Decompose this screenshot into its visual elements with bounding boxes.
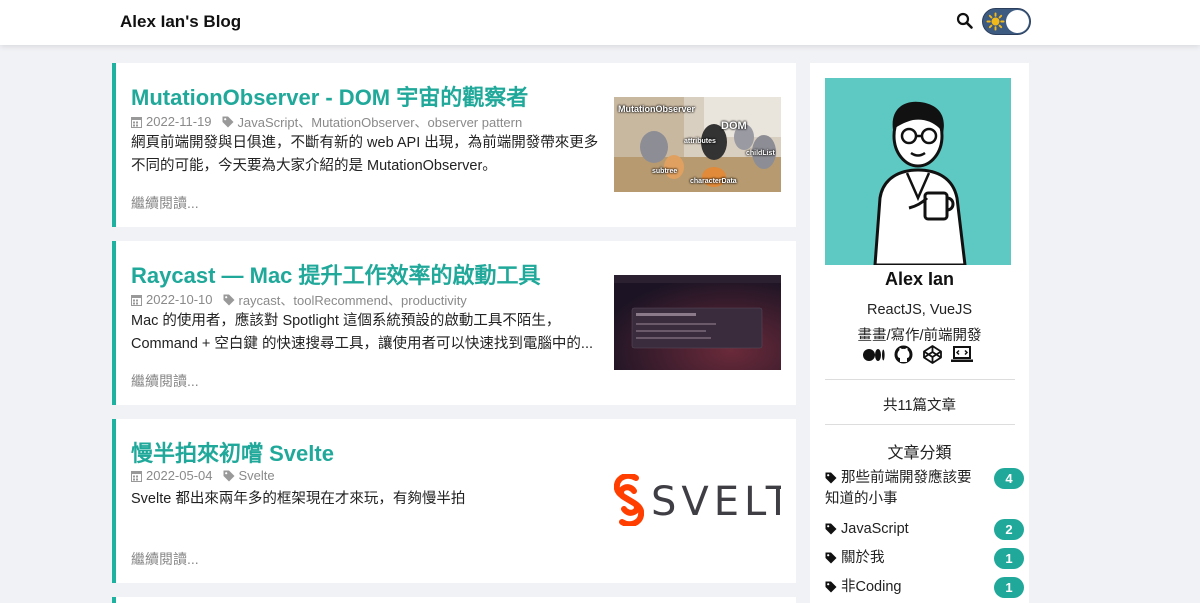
post-title[interactable]: Raycast — Mac 提升工作效率的啟動工具 — [131, 258, 541, 290]
thumb-label: DOM — [721, 120, 747, 132]
read-more-link[interactable]: 繼續閱讀... — [131, 371, 199, 391]
category-count-badge: 4 — [994, 468, 1024, 489]
category-item[interactable]: JavaScript 2 — [825, 519, 1024, 540]
tag-icon — [825, 472, 837, 484]
search-button[interactable] — [956, 12, 974, 30]
post-meta: 2022-10-10 raycast、toolRecommend、product… — [131, 290, 467, 309]
tag-icon — [825, 581, 837, 593]
post-card — [112, 597, 796, 603]
post-thumbnail[interactable]: SVELT — [614, 453, 781, 548]
calendar-icon — [131, 116, 142, 128]
author-name: Alex Ian — [884, 269, 955, 289]
category-label: 非Coding — [841, 579, 902, 595]
post-title[interactable]: 慢半拍來初嚐 Svelte — [131, 436, 334, 468]
post-tags[interactable]: raycast、toolRecommend、productivity — [239, 290, 467, 309]
toggle-knob — [1006, 10, 1029, 33]
post-card: 慢半拍來初嚐 Svelte 2022-05-04 Svelte Svelte 都… — [112, 419, 796, 583]
post-meta: 2022-05-04 Svelte — [131, 468, 275, 483]
post-thumbnail[interactable]: MutationObserver DOM attributes childLis… — [614, 97, 781, 192]
sidebar-divider — [825, 379, 1015, 380]
category-label: JavaScript — [841, 521, 909, 537]
read-more-link[interactable]: 繼續閱讀... — [131, 549, 199, 569]
tag-icon — [223, 294, 234, 305]
tag-icon — [223, 470, 234, 481]
post-card: MutationObserver - DOM 宇宙的觀察者 2022-11-19… — [112, 63, 796, 227]
category-label: 關於我 — [841, 550, 885, 566]
category-count-badge: 1 — [994, 548, 1024, 569]
thumb-label: MutationObserver — [618, 104, 696, 114]
post-excerpt: Mac 的使用者，應該對 Spotlight 這個系統預設的啟動工具不陌生，Co… — [131, 313, 594, 352]
post-thumbnail[interactable] — [614, 275, 781, 370]
search-icon — [956, 12, 973, 29]
post-tags[interactable]: JavaScript、MutationObserver、observer pat… — [238, 112, 523, 131]
category-count-badge: 2 — [994, 519, 1024, 540]
social-links — [863, 345, 973, 369]
post-date: 2022-05-04 — [146, 468, 213, 483]
sidebar-divider — [825, 424, 1015, 425]
thumb-label: subtree — [652, 168, 678, 175]
post-title[interactable]: MutationObserver - DOM 宇宙的觀察者 — [131, 80, 528, 112]
post-date: 2022-10-10 — [146, 292, 213, 307]
category-count-badge: 1 — [994, 577, 1024, 598]
calendar-icon — [131, 470, 142, 482]
post-tags[interactable]: Svelte — [239, 468, 275, 483]
codepen-icon[interactable] — [922, 345, 942, 369]
tag-icon — [222, 116, 234, 127]
author-skills: ReactJS, VueJS — [866, 302, 973, 318]
thumb-label: childList — [746, 150, 775, 157]
post-count: 共11篇文章 — [882, 398, 957, 414]
avatar — [825, 78, 1011, 265]
tag-icon — [825, 552, 837, 564]
svelte-logo-icon — [614, 474, 644, 526]
sun-icon — [986, 12, 1005, 31]
blog-title[interactable]: Alex Ian's Blog — [120, 12, 241, 32]
post-excerpt: 網頁前端開發與日俱進，不斷有新的 web API 出現，為前端開發帶來更多不同的… — [131, 135, 599, 174]
read-more-link[interactable]: 繼續閱讀... — [131, 193, 199, 213]
post-meta: 2022-11-19 JavaScript、MutationObserver、o… — [131, 112, 522, 131]
categories-heading: 文章分類 — [887, 445, 952, 462]
theme-toggle[interactable] — [982, 8, 1031, 35]
medium-icon[interactable] — [863, 348, 885, 367]
github-icon[interactable] — [894, 345, 913, 369]
category-item[interactable]: 那些前端開發應該要知道的小事 4 — [825, 468, 1024, 510]
category-label: 那些前端開發應該要知道的小事 — [825, 470, 972, 507]
thumb-label: characterData — [690, 178, 737, 185]
profile-sidebar: Alex Ian ReactJS, VueJS 畫畫/寫作/前端開發 共11篇文… — [810, 63, 1029, 603]
category-item[interactable]: 關於我 1 — [825, 548, 1024, 569]
calendar-icon — [131, 294, 142, 306]
post-excerpt: Svelte 都出來兩年多的框架現在才來玩，有夠慢半拍 — [131, 491, 466, 507]
post-date: 2022-11-19 — [146, 114, 212, 129]
laptop-code-icon[interactable] — [950, 346, 973, 368]
author-hobbies: 畫畫/寫作/前端開發 — [857, 328, 982, 344]
svelte-wordmark: SVELT — [651, 479, 781, 525]
category-item[interactable]: 非Coding 1 — [825, 577, 1024, 598]
tag-icon — [825, 523, 837, 535]
top-navbar: Alex Ian's Blog — [0, 0, 1200, 45]
thumb-label: attributes — [684, 138, 716, 145]
post-card: Raycast — Mac 提升工作效率的啟動工具 2022-10-10 ray… — [112, 241, 796, 405]
